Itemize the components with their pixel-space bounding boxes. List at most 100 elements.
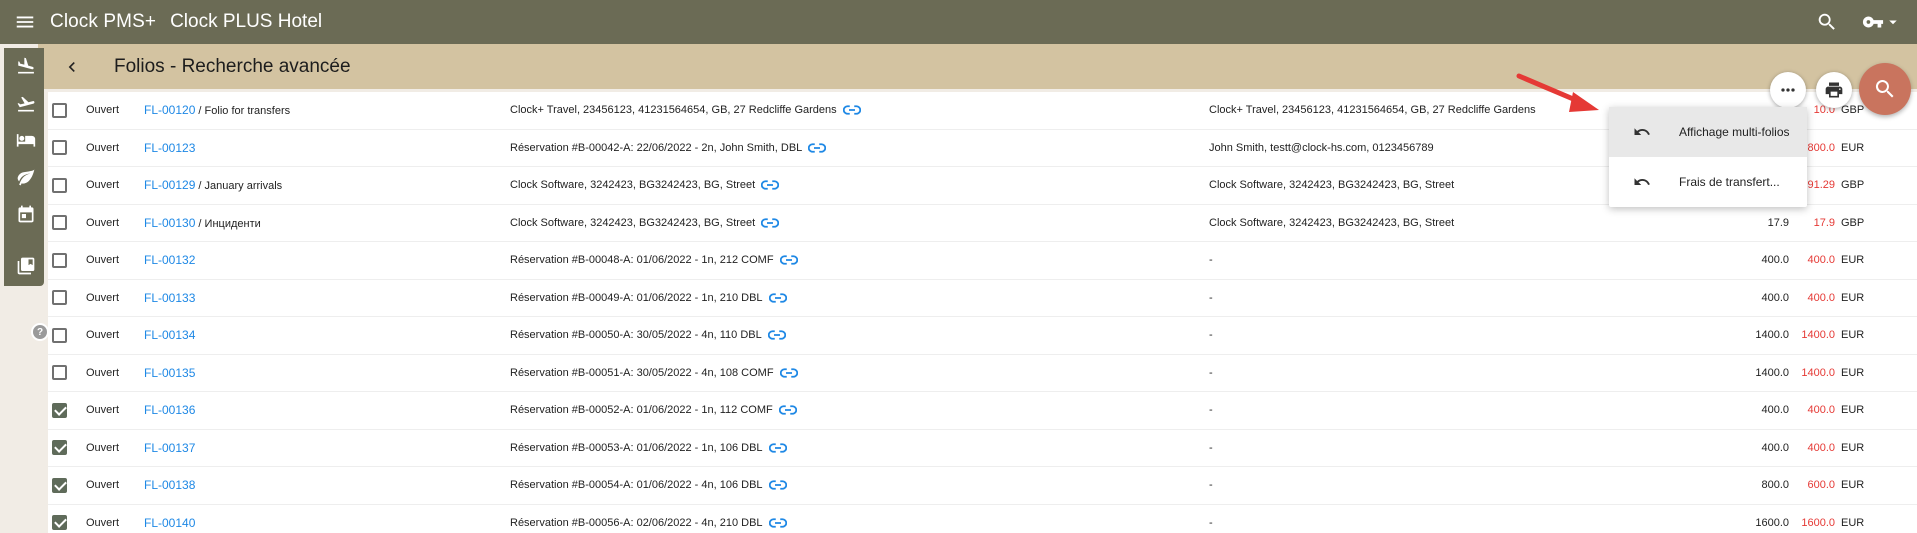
link-icon[interactable] (779, 254, 798, 266)
leaf-icon[interactable] (14, 165, 38, 189)
status-text: Ouvert (86, 329, 120, 342)
description-text: Clock+ Travel, 23456123, 41231564654, GB… (510, 104, 837, 117)
row-checkbox[interactable] (52, 140, 67, 156)
row-checkbox[interactable] (52, 290, 67, 306)
arrivals-icon[interactable] (14, 54, 38, 78)
calendar-icon[interactable] (14, 202, 38, 226)
folio-link[interactable]: FL-00120 (144, 103, 195, 117)
folio-cell: FL-00134 (144, 328, 195, 342)
print-icon (1825, 82, 1843, 98)
description-cell: Réservation #B-00050-A: 30/05/2022 - 4n,… (510, 329, 786, 341)
help-icon[interactable]: ? (31, 323, 49, 341)
menu-item-multi-folio-view[interactable]: Affichage multi-folios (1609, 107, 1807, 157)
print-button[interactable] (1816, 72, 1852, 108)
folio-link[interactable]: FL-00132 (144, 253, 195, 267)
table-row[interactable]: Ouvert FL-00134 Réservation #B-00050-A: 30… (48, 317, 1917, 355)
folio-link[interactable]: FL-00133 (144, 291, 195, 305)
description-text: Réservation #B-00049-A: 01/06/2022 - 1n,… (510, 291, 763, 304)
row-checkbox[interactable] (52, 327, 67, 343)
link-icon[interactable] (842, 104, 861, 116)
status-text: Ouvert (86, 404, 120, 417)
link-icon[interactable] (768, 517, 787, 529)
total-amount: 800.0 (1761, 479, 1789, 492)
folio-link[interactable]: FL-00136 (144, 403, 195, 417)
payer-text: - (1209, 329, 1213, 342)
folio-link[interactable]: FL-00134 (144, 328, 195, 342)
menu-item-transfer-charges[interactable]: Frais de transfert... (1609, 157, 1807, 207)
currency-text: EUR (1841, 441, 1865, 454)
description-cell: Clock Software, 3242423, BG3242423, BG, … (510, 217, 780, 229)
link-icon[interactable] (778, 404, 797, 416)
hotel-name[interactable]: Clock PLUS Hotel (170, 11, 322, 33)
link-icon[interactable] (808, 142, 827, 154)
folio-link[interactable]: FL-00140 (144, 516, 195, 530)
more-actions-button[interactable] (1770, 72, 1806, 108)
link-icon[interactable] (761, 217, 780, 229)
folio-cell: FL-00130 / Инциденти (144, 216, 261, 230)
total-amount: 17.9 (1767, 216, 1789, 229)
table-row[interactable]: Ouvert FL-00130 / Инциденти Clock Software… (48, 205, 1917, 242)
currency-text: EUR (1841, 141, 1865, 154)
description-cell: Réservation #B-00051-A: 30/05/2022 - 4n,… (510, 367, 798, 379)
row-checkbox[interactable] (52, 252, 67, 268)
row-checkbox[interactable] (52, 215, 67, 231)
folio-link[interactable]: FL-00135 (144, 366, 195, 380)
status-text: Ouvert (86, 216, 120, 229)
description-text: Réservation #B-00051-A: 30/05/2022 - 4n,… (510, 366, 774, 379)
search-icon[interactable] (1807, 0, 1847, 44)
link-icon[interactable] (768, 292, 787, 304)
status-text: Ouvert (86, 179, 120, 192)
folio-link[interactable]: FL-00129 (144, 178, 195, 192)
folio-cell: FL-00138 (144, 478, 195, 492)
total-amount: 400.0 (1761, 441, 1789, 454)
folio-link[interactable]: FL-00123 (144, 141, 195, 155)
payer-text: - (1209, 479, 1213, 492)
payer-text: Clock Software, 3242423, BG3242423, BG, … (1209, 216, 1455, 229)
back-arrow-icon[interactable] (52, 44, 92, 89)
row-checkbox[interactable] (52, 402, 67, 418)
folio-link[interactable]: FL-00138 (144, 478, 195, 492)
folio-link[interactable]: FL-00130 (144, 216, 195, 230)
table-row[interactable]: Ouvert FL-00140 Réservation #B-00056-A: 02… (48, 505, 1917, 533)
table-row[interactable]: Ouvert FL-00135 Réservation #B-00051-A: 30… (48, 355, 1917, 392)
row-checkbox[interactable] (52, 440, 67, 456)
link-icon[interactable] (767, 329, 786, 341)
row-checkbox[interactable] (52, 365, 67, 381)
description-cell: Réservation #B-00053-A: 01/06/2022 - 1n,… (510, 442, 787, 454)
row-checkbox[interactable] (52, 515, 67, 531)
link-icon[interactable] (779, 367, 798, 379)
menu-item-label: Frais de transfert... (1679, 175, 1780, 189)
description-cell: Réservation #B-00052-A: 01/06/2022 - 1n,… (510, 404, 797, 416)
top-app-bar: Clock PMS+ Clock PLUS Hotel (0, 0, 1917, 44)
link-icon[interactable] (761, 179, 780, 191)
folio-cell: FL-00137 (144, 441, 195, 455)
folio-link[interactable]: FL-00137 (144, 441, 195, 455)
menu-icon[interactable] (0, 0, 50, 44)
currency-text: GBP (1841, 179, 1865, 192)
link-icon[interactable] (768, 442, 787, 454)
link-icon[interactable] (768, 479, 787, 491)
row-checkbox[interactable] (52, 177, 67, 193)
payer-text: - (1209, 441, 1213, 454)
row-checkbox[interactable] (52, 102, 67, 118)
description-text: Réservation #B-00052-A: 01/06/2022 - 1n,… (510, 404, 773, 417)
description-text: Réservation #B-00053-A: 01/06/2022 - 1n,… (510, 441, 763, 454)
payer-text: John Smith, testt@clock-hs.com, 01234567… (1209, 141, 1434, 154)
currency-text: EUR (1841, 329, 1865, 342)
table-row[interactable]: Ouvert FL-00136 Réservation #B-00052-A: 01… (48, 392, 1917, 430)
status-text: Ouvert (86, 141, 120, 154)
search-fab-button[interactable] (1859, 63, 1911, 115)
table-row[interactable]: Ouvert FL-00133 Réservation #B-00049-A: 01… (48, 280, 1917, 317)
row-checkbox[interactable] (52, 477, 67, 493)
user-menu-button[interactable] (1847, 11, 1917, 33)
total-amount: 400.0 (1761, 291, 1789, 304)
folios-icon[interactable] (14, 254, 38, 278)
table-row[interactable]: Ouvert FL-00132 Réservation #B-00048-A: 01… (48, 242, 1917, 280)
folio-suffix: / Folio for transfers (195, 105, 291, 118)
table-row[interactable]: Ouvert FL-00138 Réservation #B-00054-A: 01… (48, 467, 1917, 505)
dropdown-arrow-icon (1889, 20, 1897, 25)
departures-icon[interactable] (14, 92, 38, 116)
bed-icon[interactable] (14, 128, 38, 152)
description-text: Réservation #B-00056-A: 02/06/2022 - 4n,… (510, 516, 763, 529)
table-row[interactable]: Ouvert FL-00137 Réservation #B-00053-A: 01… (48, 430, 1917, 467)
